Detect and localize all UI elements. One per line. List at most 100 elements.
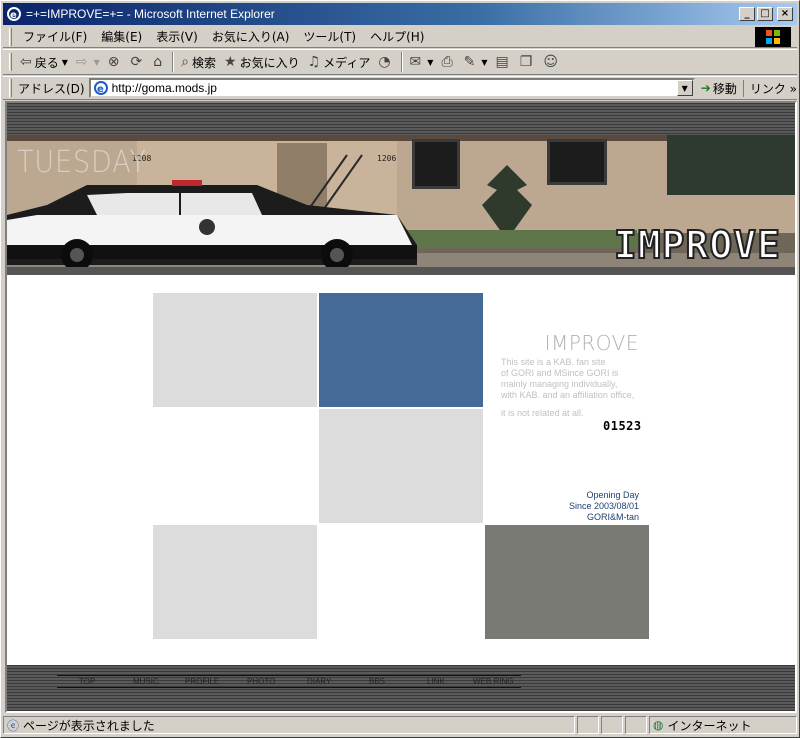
page-viewport[interactable]: 1208 1206 TUESDAY IMPROVE IMPROVE This s… <box>5 101 797 713</box>
menu-bar: ファイル(F) 編集(E) 表示(V) お気に入り(A) ツール(T) ヘルプ(… <box>3 26 797 48</box>
footer-nav: TOP MUSIC PROFILE PHOTO DIARY BBS LINK W… <box>57 676 521 687</box>
dropdown-arrow-icon: ▼ <box>61 57 68 67</box>
window-title: =+=IMPROVE=+= - Microsoft Internet Explo… <box>26 7 275 21</box>
media-label: メディア <box>323 55 371 70</box>
security-zone[interactable]: ◍ インターネット <box>649 716 797 734</box>
status-pane <box>601 716 623 734</box>
stop-icon: ⊗ <box>107 54 120 70</box>
stop-button[interactable]: ⊗ <box>104 51 127 73</box>
dropdown-arrow-icon: ▼ <box>481 57 488 67</box>
print-icon: ⎙ <box>441 54 453 70</box>
favorites-button[interactable]: ★ お気に入り <box>220 51 304 73</box>
tile-light-top-left <box>153 293 317 407</box>
favorites-label: お気に入り <box>239 55 300 70</box>
page-done-icon: ⓔ <box>7 718 20 733</box>
back-label: 戻る <box>34 55 59 70</box>
print-button[interactable]: ⎙ <box>437 51 459 73</box>
description-line: with KAB. and an affiliation office, <box>501 390 635 400</box>
history-button[interactable]: ◔ <box>374 51 397 73</box>
discuss-button[interactable]: ▤ <box>492 51 516 73</box>
windows-logo-icon <box>755 27 791 47</box>
tile-light-middle <box>319 409 483 523</box>
dropdown-arrow-icon: ▼ <box>93 57 100 67</box>
go-label: 移動 <box>712 81 737 96</box>
address-input[interactable]: e http://goma.mods.jp ▼ <box>88 78 695 98</box>
messenger-button[interactable]: ☺ <box>539 51 565 73</box>
svg-text:e: e <box>10 10 17 21</box>
description-line: This site is a KAB. fan site <box>501 357 606 367</box>
title-bar[interactable]: e =+=IMPROVE=+= - Microsoft Internet Exp… <box>3 3 797 25</box>
toolbar-grip[interactable] <box>9 27 12 46</box>
search-label: 検索 <box>192 55 217 70</box>
menu-edit[interactable]: 編集(E) <box>94 28 149 45</box>
footer-nav-bar: TOP MUSIC PROFILE PHOTO DIARY BBS LINK W… <box>7 665 795 711</box>
nav-link-photo[interactable]: PHOTO <box>247 676 275 687</box>
menu-favorites[interactable]: お気に入り(A) <box>205 28 297 45</box>
site-owners: GORI&M-tan <box>586 512 639 522</box>
address-url: http://goma.mods.jp <box>111 81 217 95</box>
tile-dark-bottom-right <box>485 525 649 639</box>
menu-file[interactable]: ファイル(F) <box>16 28 94 45</box>
nav-link-bbs[interactable]: BBS <box>369 676 385 687</box>
ie-icon: e <box>7 7 21 21</box>
maximize-icon: □ <box>760 8 770 19</box>
mail-icon: ✉ <box>409 54 422 70</box>
svg-text:e: e <box>97 84 104 95</box>
maximize-button[interactable]: □ <box>757 7 773 21</box>
history-icon: ◔ <box>378 54 391 70</box>
nav-link-top[interactable]: TOP <box>79 676 95 687</box>
media-icon: ♫ <box>307 54 321 70</box>
site-title: IMPROVE <box>544 331 639 355</box>
minimize-icon: _ <box>744 8 750 19</box>
menu-view[interactable]: 表示(V) <box>149 28 205 45</box>
research-button[interactable]: ❐ <box>516 51 540 73</box>
opening-day-label: Opening Day <box>586 490 639 500</box>
links-button[interactable]: リンク » <box>742 79 797 97</box>
search-button[interactable]: ⌕ 検索 <box>177 51 220 73</box>
zone-label: インターネット <box>667 718 752 733</box>
nav-divider <box>57 687 521 688</box>
forward-button[interactable]: ⇨ ▼ <box>72 51 104 73</box>
home-button[interactable]: ⌂ <box>149 51 169 73</box>
tile-blue-top[interactable] <box>319 293 483 407</box>
back-button[interactable]: ⇦ 戻る ▼ <box>16 51 72 73</box>
menu-help[interactable]: ヘルプ(H) <box>363 28 431 45</box>
address-bar: アドレス(D) e http://goma.mods.jp ▼ ➔ 移動 リンク… <box>3 76 797 100</box>
nav-link-music[interactable]: MUSIC <box>133 676 159 687</box>
dropdown-arrow-icon: ▼ <box>427 57 434 67</box>
description-line: of GORI and MSince GORI is <box>501 368 619 378</box>
refresh-icon: ⟳ <box>130 54 143 70</box>
close-icon: × <box>780 8 790 19</box>
toolbar-grip[interactable] <box>9 53 12 71</box>
media-button[interactable]: ♫ メディア <box>304 51 375 73</box>
mail-button[interactable]: ✉ ▼ <box>406 51 438 73</box>
discuss-icon: ▤ <box>495 54 509 70</box>
address-dropdown-button[interactable]: ▼ <box>676 80 693 96</box>
go-button[interactable]: ➔ 移動 <box>695 80 743 97</box>
messenger-icon: ☺ <box>543 54 558 70</box>
toolbar-grip[interactable] <box>9 79 12 97</box>
top-stripe-bar <box>7 103 795 135</box>
nav-link-link[interactable]: LINK <box>427 676 445 687</box>
toolbar-separator <box>172 52 175 72</box>
main-content: IMPROVE This site is a KAB. fan site of … <box>7 275 795 665</box>
minimize-button[interactable]: _ <box>739 7 755 21</box>
nav-link-profile[interactable]: PROFILE <box>185 676 219 687</box>
globe-icon: ◍ <box>653 718 664 732</box>
edit-icon: ✎ <box>463 54 476 70</box>
description-line: it is not related at all. <box>501 408 584 418</box>
visitor-counter: 01523 <box>603 419 642 433</box>
nav-link-web-ring[interactable]: WEB RING <box>473 676 513 687</box>
refresh-button[interactable]: ⟳ <box>127 51 150 73</box>
go-arrow-icon: ➔ <box>700 81 711 95</box>
status-bar: ⓔ ページが表示されました ◍ インターネット <box>3 715 797 735</box>
nav-link-diary[interactable]: DIARY <box>307 676 331 687</box>
close-button[interactable]: × <box>777 7 793 21</box>
home-icon: ⌂ <box>153 54 163 70</box>
edit-button[interactable]: ✎ ▼ <box>460 51 492 73</box>
description-line: mainly managing individually, <box>501 379 618 389</box>
opening-date: Since 2003/08/01 <box>568 501 639 511</box>
banner-day-text: TUESDAY <box>17 145 147 180</box>
menu-tools[interactable]: ツール(T) <box>296 28 363 45</box>
opening-info: Opening Day Since 2003/08/01 GORI&M-tan <box>547 490 639 523</box>
